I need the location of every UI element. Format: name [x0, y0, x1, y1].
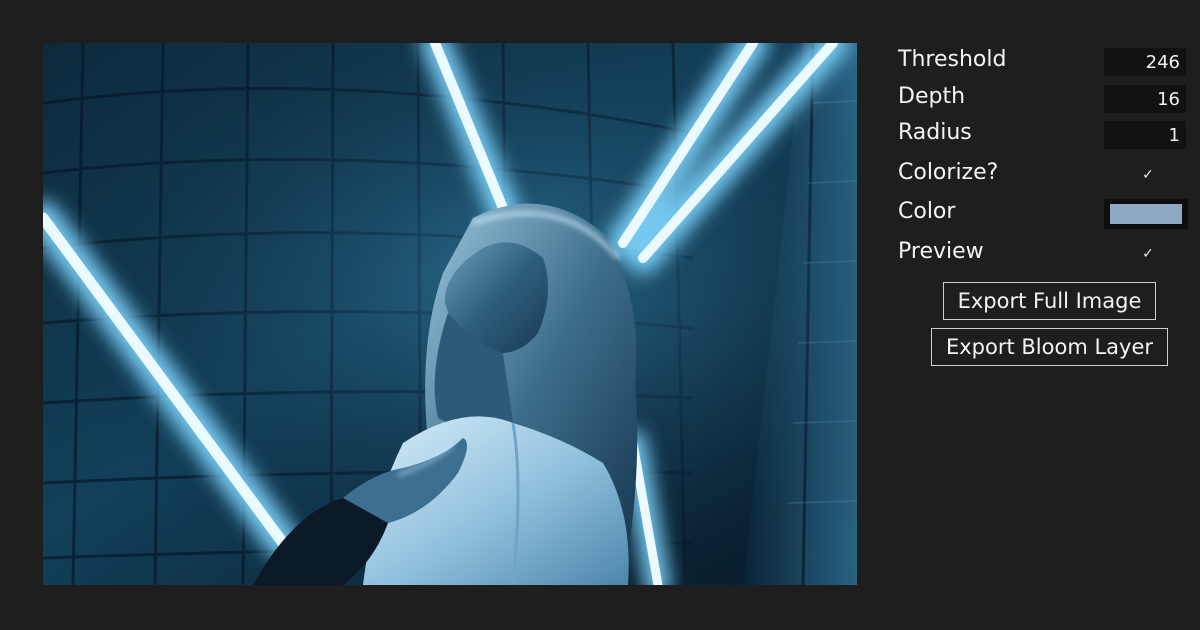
image-preview — [43, 43, 857, 585]
colorize-checkbox[interactable]: ✓ — [1140, 167, 1156, 183]
color-swatch — [1110, 204, 1182, 224]
radius-input[interactable] — [1104, 121, 1186, 149]
depth-input[interactable] — [1104, 85, 1186, 113]
threshold-row: Threshold — [898, 43, 1188, 77]
radius-label: Radius — [898, 120, 972, 145]
export-full-image-button[interactable]: Export Full Image — [943, 282, 1156, 320]
color-label: Color — [898, 199, 956, 224]
colorize-row: Colorize? ✓ — [898, 156, 1188, 190]
preview-photo — [43, 43, 857, 585]
colorize-label: Colorize? — [898, 160, 999, 185]
color-row: Color — [898, 195, 1188, 229]
radius-row: Radius — [898, 116, 1188, 150]
preview-label: Preview — [898, 239, 984, 264]
depth-label: Depth — [898, 84, 966, 109]
depth-row: Depth — [898, 80, 1188, 114]
preview-row: Preview ✓ — [898, 235, 1188, 269]
bloom-settings-panel: Threshold Depth Radius Colorize? ✓ Color… — [898, 40, 1190, 380]
export-bloom-layer-button[interactable]: Export Bloom Layer — [931, 328, 1168, 366]
threshold-label: Threshold — [898, 47, 1007, 72]
preview-checkbox[interactable]: ✓ — [1140, 246, 1156, 262]
color-picker[interactable] — [1104, 199, 1188, 229]
bloom-editor: Threshold Depth Radius Colorize? ✓ Color… — [0, 0, 1200, 630]
threshold-input[interactable] — [1104, 48, 1186, 76]
